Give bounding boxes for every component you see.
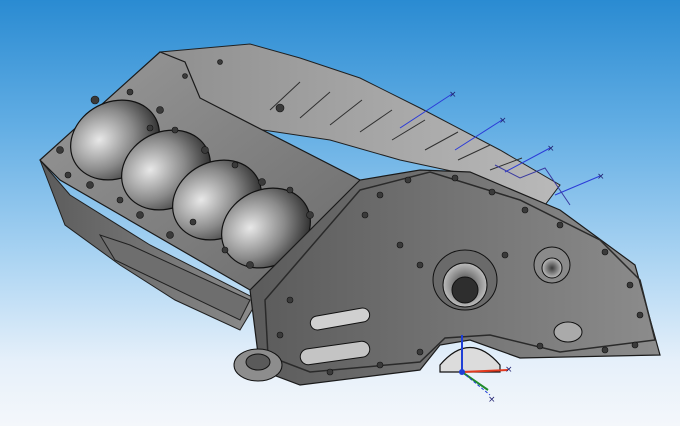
3d-viewport[interactable]: × × × × × × (0, 0, 680, 426)
rear-mount-boss (233, 348, 283, 382)
water-pump-boss (432, 249, 498, 311)
crank-saddle (439, 346, 501, 373)
engine-block-model[interactable]: × × × × × × (0, 0, 680, 426)
triad-marker-icon: × (488, 395, 496, 405)
axis-marker-x-icon: × (499, 116, 507, 126)
triad-x-tip-icon: × (505, 365, 513, 375)
axis-marker-x-icon: × (597, 172, 605, 182)
oil-filter-boss (553, 321, 583, 343)
axis-marker-x-icon: × (449, 90, 457, 100)
camshaft-boss (533, 246, 571, 284)
axis-marker-x-icon: × (547, 144, 555, 154)
